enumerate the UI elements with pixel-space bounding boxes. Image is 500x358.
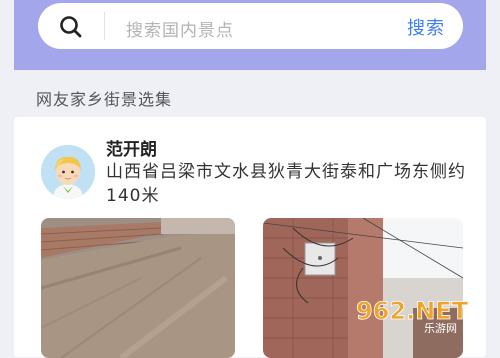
- search-bar[interactable]: 搜索国内景点 搜索: [38, 3, 463, 49]
- avatar[interactable]: [41, 145, 95, 199]
- street-photo-image: [263, 218, 463, 358]
- street-photo-image: [41, 218, 235, 358]
- search-button[interactable]: 搜索: [407, 14, 445, 40]
- user-name: 范开朗: [106, 140, 157, 160]
- section-title: 网友家乡街景选集: [36, 90, 173, 109]
- svg-text:乐游网: 乐游网: [424, 322, 457, 333]
- avatar-cartoon-icon: [41, 145, 95, 199]
- watermark-logo: 962.NET 乐游网: [354, 291, 494, 335]
- street-photo-2[interactable]: [263, 218, 463, 358]
- svg-text:962.NET: 962.NET: [356, 297, 469, 325]
- search-divider: [104, 12, 105, 40]
- search-input[interactable]: 搜索国内景点: [126, 16, 234, 41]
- search-icon[interactable]: [58, 14, 84, 40]
- location-text: 山西省吕梁市文水县狄青大街泰和广场东侧约140米: [106, 162, 466, 206]
- street-photo-1[interactable]: [41, 218, 235, 358]
- watermark-logo-icon: 962.NET 乐游网: [356, 297, 469, 335]
